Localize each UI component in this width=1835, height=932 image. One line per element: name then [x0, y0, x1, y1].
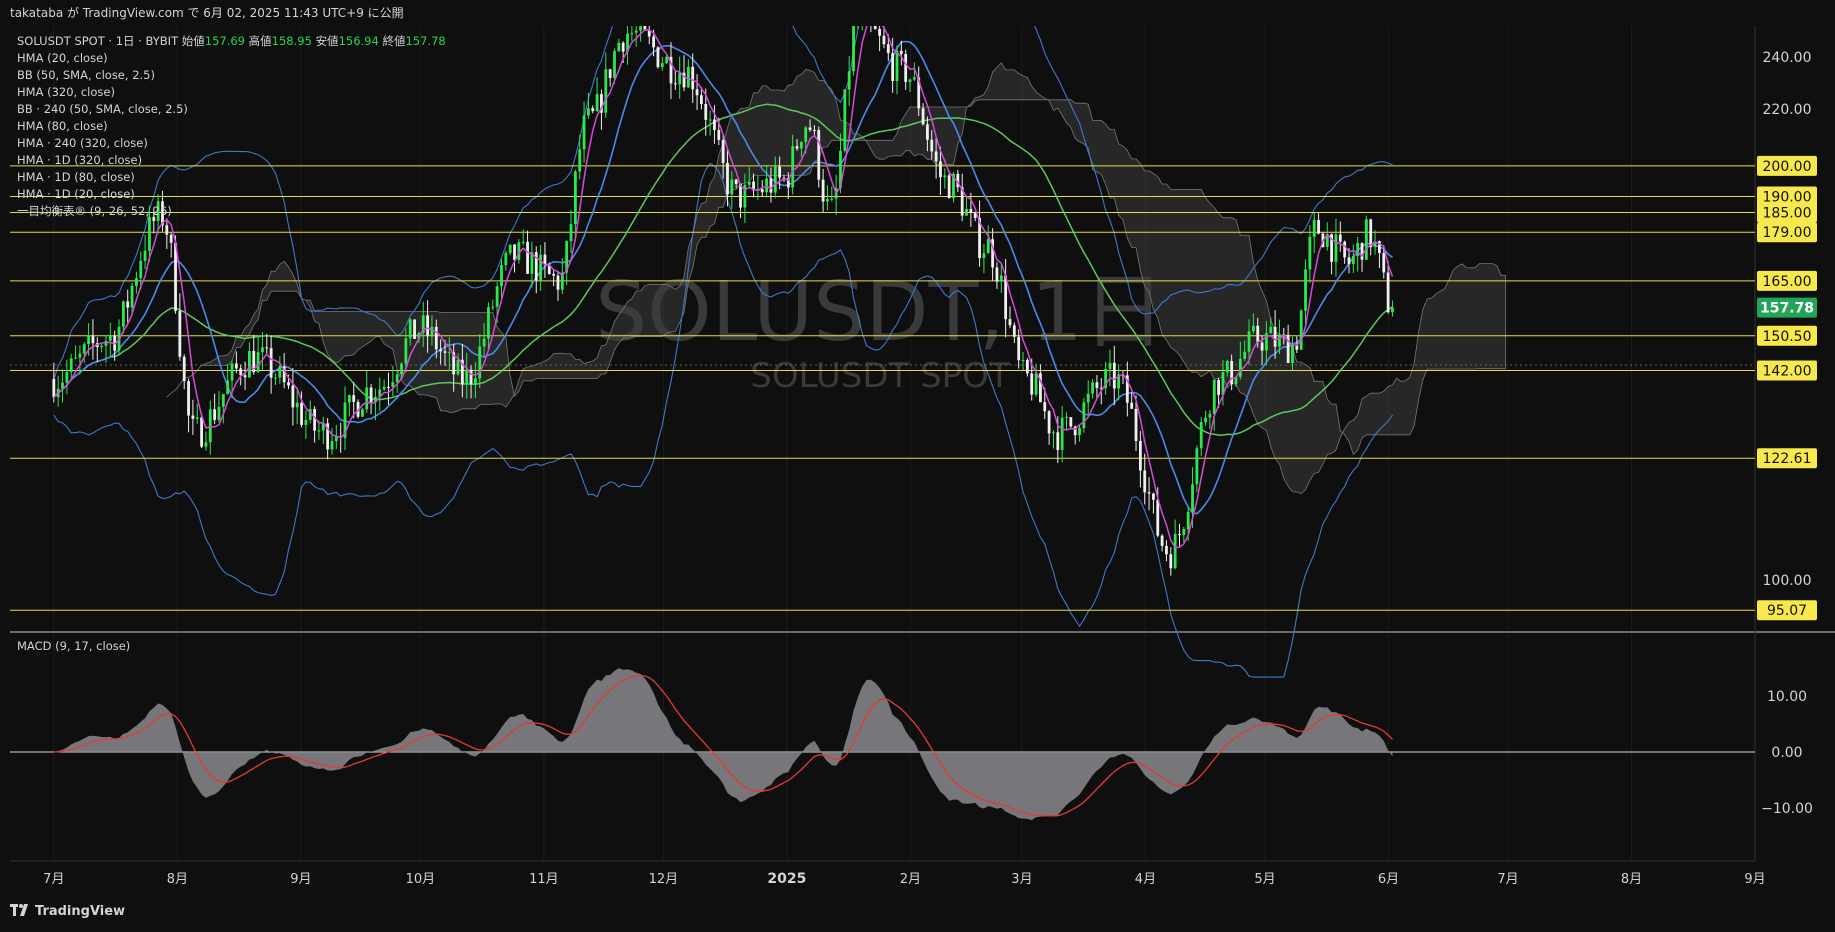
- symbol-row[interactable]: SOLUSDT SPOT · 1日 · BYBIT 始値157.69 高値158…: [17, 33, 446, 50]
- last-price-label: 157.78: [1760, 301, 1814, 317]
- time-tick-label: 12月: [649, 872, 679, 887]
- open-label: 始値: [181, 34, 205, 48]
- watermark-sub: SOLUSDT SPOT: [750, 356, 1010, 396]
- time-tick-label: 2025: [767, 871, 806, 887]
- candle[interactable]: [656, 46, 660, 69]
- symbol-line: SOLUSDT SPOT · 1日 · BYBIT: [17, 34, 179, 48]
- price-tag[interactable]: 95.07: [1757, 600, 1817, 621]
- price-axis[interactable]: 200.00190.00185.00179.00165.00150.50142.…: [1757, 50, 1817, 621]
- price-tag[interactable]: 200.00: [1757, 155, 1817, 176]
- close-label: 終値: [382, 34, 406, 48]
- tradingview-logo[interactable]: TradingView: [10, 904, 125, 919]
- candle[interactable]: [413, 319, 416, 340]
- price-tag[interactable]: 165.00: [1757, 270, 1817, 291]
- indicator-row[interactable]: BB (50, SMA, close, 2.5): [17, 67, 446, 84]
- high-value: 158.95: [271, 34, 312, 48]
- macd-axis[interactable]: 10.00 0.00 −10.00: [1761, 689, 1813, 817]
- candle[interactable]: [852, 26, 855, 76]
- time-tick-label: 9月: [290, 872, 311, 887]
- price-tick-label: 100.00: [1763, 573, 1812, 589]
- price-tag-label: 165.00: [1763, 274, 1812, 290]
- time-tick-label: 7月: [43, 872, 64, 887]
- candle[interactable]: [1299, 308, 1303, 351]
- time-tick-label: 8月: [1621, 872, 1642, 887]
- indicator-row[interactable]: BB · 240 (50, SMA, close, 2.5): [17, 101, 446, 118]
- price-tag-label: 95.07: [1767, 603, 1807, 619]
- time-tick-label: 6月: [1378, 872, 1399, 887]
- indicator-row[interactable]: HMA · 240 (320, close): [17, 135, 446, 152]
- indicator-row[interactable]: 一目均衡表® (9, 26, 52, 26): [17, 203, 446, 220]
- price-tag-label: 150.50: [1763, 329, 1812, 345]
- price-tag[interactable]: 179.00: [1757, 222, 1817, 243]
- candle[interactable]: [817, 126, 821, 188]
- brand-name: TradingView: [35, 904, 126, 919]
- time-tick-label: 11月: [529, 872, 559, 887]
- time-tick-label: 3月: [1011, 872, 1032, 887]
- indicator-row[interactable]: HMA (80, close): [17, 118, 446, 135]
- high-label: 高値: [248, 34, 272, 48]
- price-tag[interactable]: 185.00: [1757, 202, 1817, 223]
- price-tag-label: 200.00: [1763, 159, 1812, 175]
- macd-signal-line: [53, 674, 1393, 817]
- macd-histogram: [53, 668, 1393, 821]
- price-tick-label: 240.00: [1763, 50, 1812, 66]
- time-tick-label: 9月: [1744, 872, 1765, 887]
- last-price-tag[interactable]: 157.78: [1757, 297, 1817, 318]
- candle[interactable]: [1082, 398, 1086, 433]
- price-tag[interactable]: 142.00: [1757, 360, 1817, 381]
- time-tick-label: 8月: [167, 872, 188, 887]
- indicator-row[interactable]: HMA (320, close): [17, 84, 446, 101]
- close-value: 157.78: [405, 34, 446, 48]
- indicator-row[interactable]: HMA · 1D (80, close): [17, 169, 446, 186]
- macd-tick-label: 0.00: [1771, 745, 1802, 761]
- price-tag-label: 179.00: [1763, 225, 1812, 241]
- time-tick-label: 4月: [1135, 872, 1156, 887]
- chart-legend: SOLUSDT SPOT · 1日 · BYBIT 始値157.69 高値158…: [17, 33, 446, 220]
- candle[interactable]: [843, 88, 847, 153]
- time-tick-label: 10月: [406, 872, 436, 887]
- candle[interactable]: [1364, 215, 1368, 260]
- low-value: 156.94: [338, 34, 379, 48]
- price-tag[interactable]: 122.61: [1757, 448, 1817, 469]
- time-tick-label: 5月: [1254, 872, 1275, 887]
- price-tag[interactable]: 150.50: [1757, 325, 1817, 346]
- time-tick-label: 2月: [900, 872, 921, 887]
- price-tag-label: 122.61: [1763, 451, 1812, 467]
- indicator-row[interactable]: HMA · 1D (320, close): [17, 152, 446, 169]
- price-tick-label: 220.00: [1763, 102, 1812, 118]
- macd-tick-label: −10.00: [1761, 801, 1813, 817]
- publish-info: takataba が TradingView.com で 6月 02, 2025…: [0, 0, 1835, 26]
- price-tag-label: 142.00: [1763, 364, 1812, 380]
- open-value: 157.69: [204, 34, 245, 48]
- tradingview-icon: [10, 904, 28, 916]
- indicator-row[interactable]: HMA (20, close): [17, 50, 446, 67]
- macd-legend[interactable]: MACD (9, 17, close): [17, 639, 130, 653]
- low-label: 安値: [315, 34, 339, 48]
- time-axis[interactable]: 7月 8月 9月 10月 11月 12月 2025 2月 3月 4月 5月 6月 7月 8月 9月: [43, 871, 1765, 887]
- indicator-row[interactable]: HMA · 1D (20, close): [17, 186, 446, 203]
- macd-tick-label: 10.00: [1767, 689, 1807, 705]
- price-tag-label: 185.00: [1763, 205, 1812, 221]
- time-tick-label: 7月: [1497, 872, 1518, 887]
